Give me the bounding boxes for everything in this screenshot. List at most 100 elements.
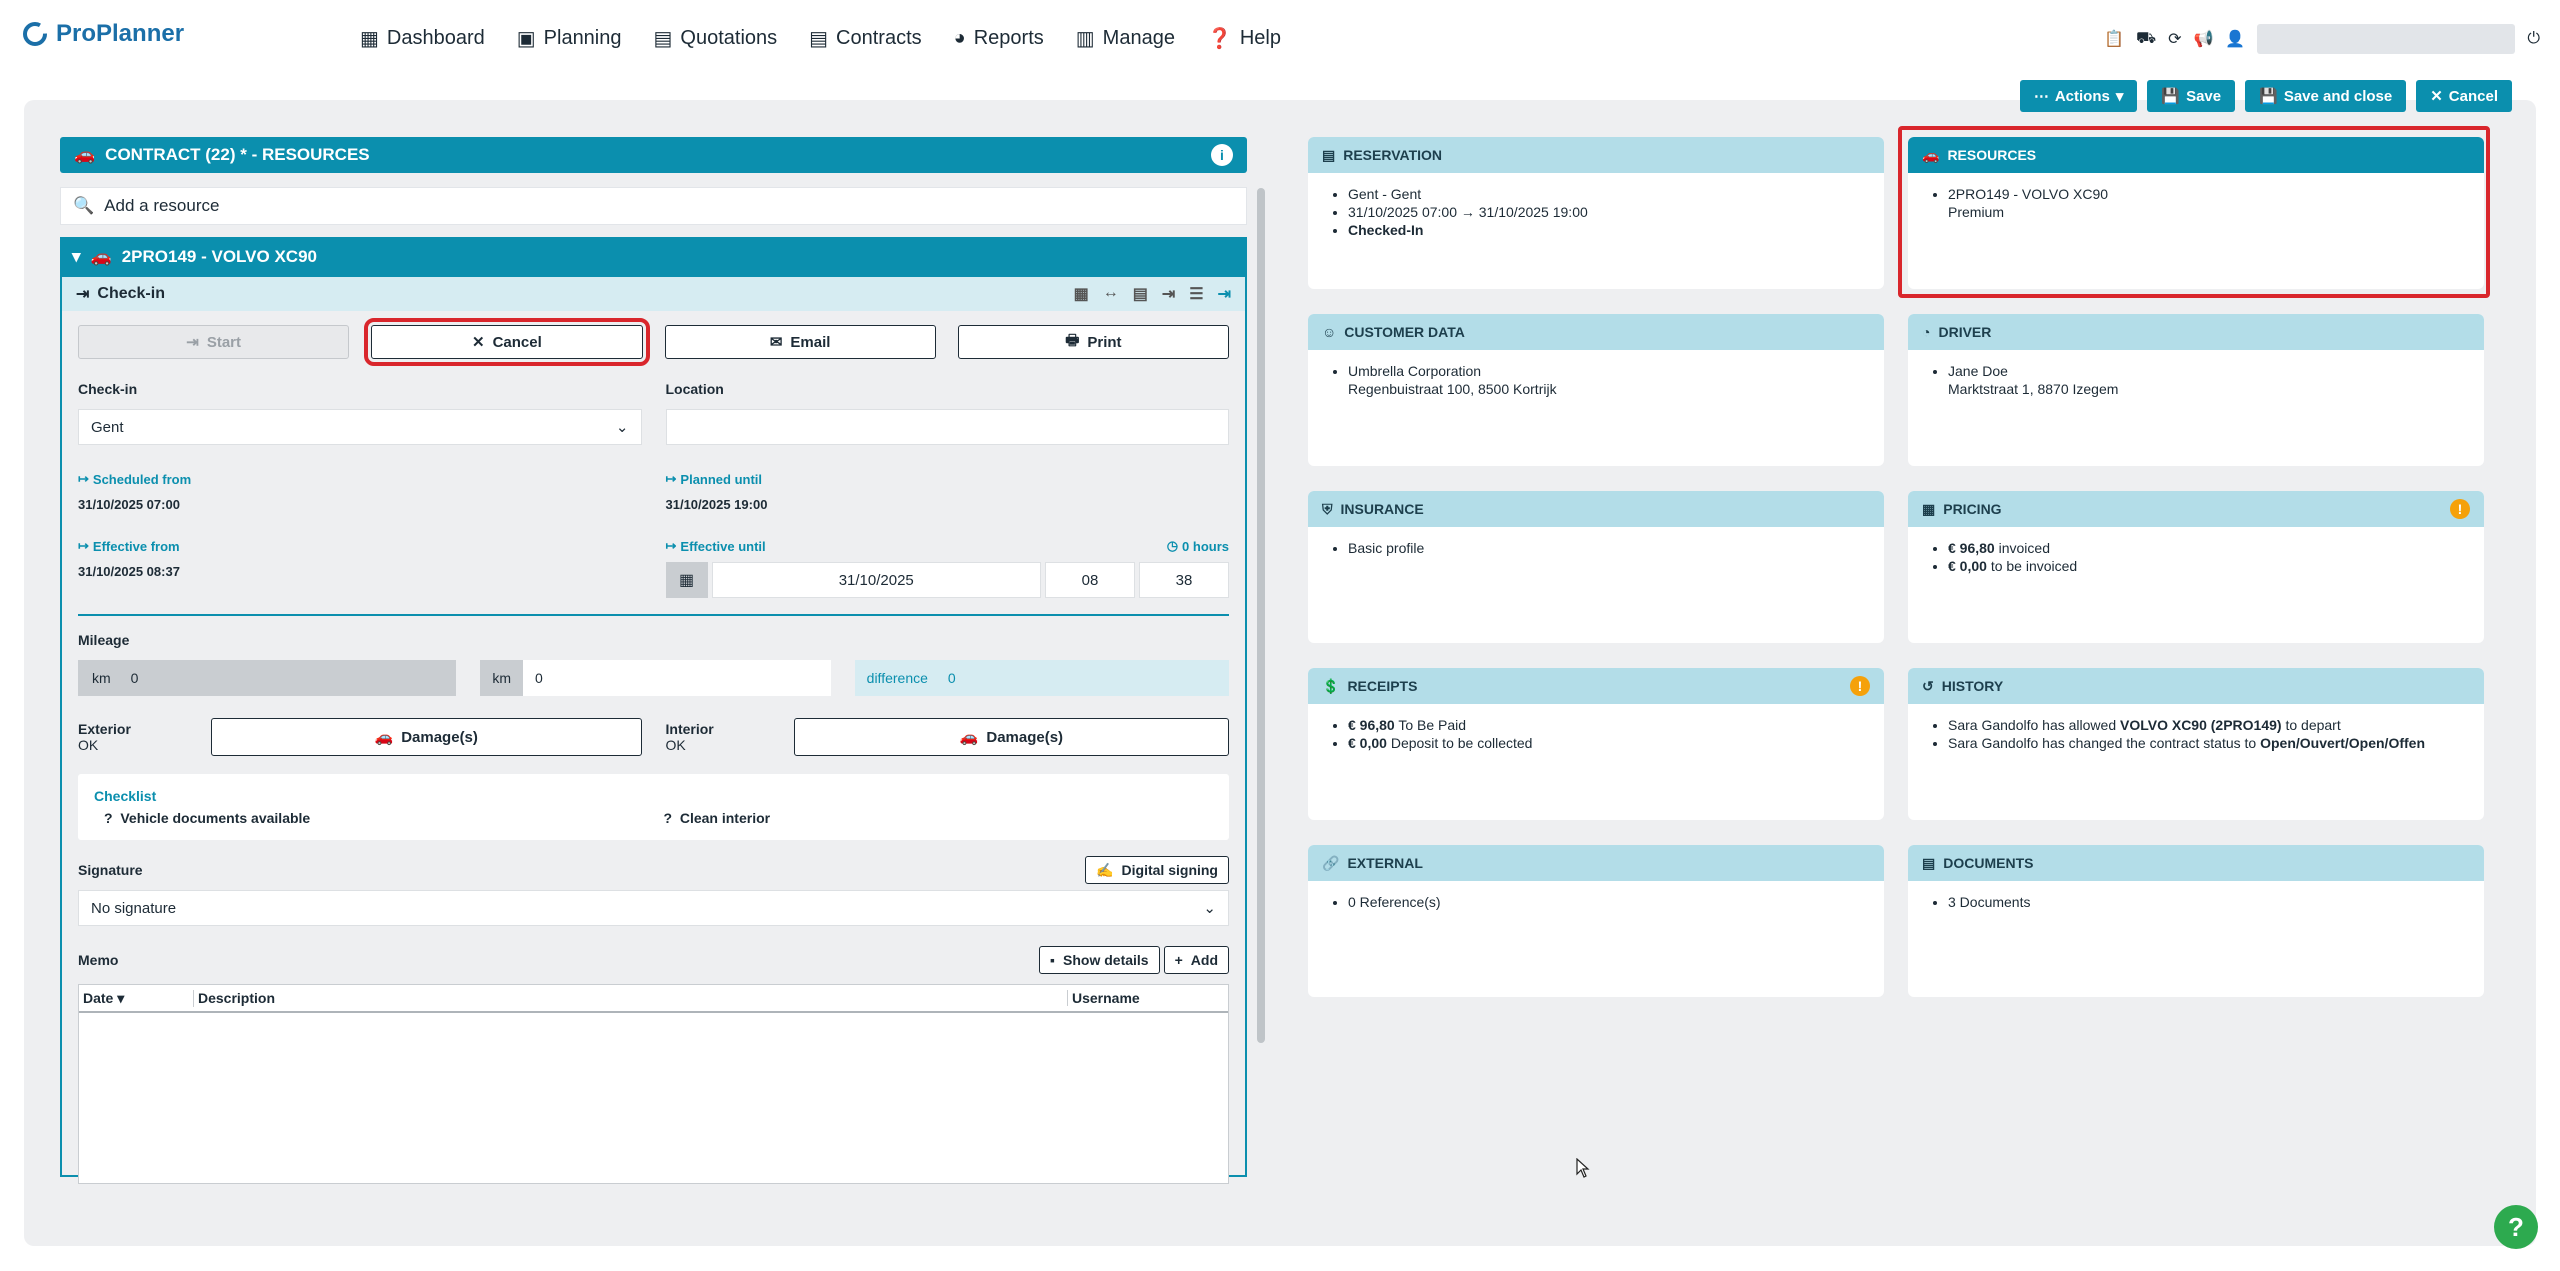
- amount-label: Deposit to be collected: [1386, 735, 1533, 751]
- question-icon: ❓: [1206, 28, 1232, 50]
- user-name-placeholder[interactable]: [2257, 24, 2516, 54]
- cancel-top-button[interactable]: ✕ Cancel: [2416, 80, 2512, 112]
- card-title: INSURANCE: [1340, 501, 1424, 517]
- external-card[interactable]: 🔗 EXTERNAL 0 Reference(s): [1308, 845, 1884, 997]
- add-memo-button[interactable]: + Add: [1163, 946, 1229, 974]
- layers-icon[interactable]: ▤: [1133, 284, 1148, 304]
- location-input[interactable]: [665, 409, 1229, 445]
- card-title: RESERVATION: [1343, 147, 1443, 163]
- checklist-item[interactable]: ? Clean interior: [654, 810, 1214, 826]
- checklist-item-label: Vehicle documents available: [120, 810, 311, 826]
- resource-header[interactable]: ▾ 🚗 2PRO149 - VOLVO XC90: [60, 237, 1247, 277]
- main-menu: ▦ Dashboard ▣ Planning ▤ Quotations ▤ Contra…: [360, 26, 1281, 51]
- card-line: 3 Documents: [1948, 893, 2484, 911]
- card-line: € 0,00 to be invoiced: [1948, 557, 2484, 575]
- memo-table-header: Date ▾ Description Username: [79, 985, 1228, 1013]
- menu-label: Help: [1239, 27, 1281, 49]
- actions-button[interactable]: ⋯ Actions ▾: [2019, 80, 2138, 112]
- calendar-icon: ▣: [516, 28, 536, 50]
- show-details-label: Show details: [1063, 952, 1149, 968]
- checkin-tools: ▦ ↔ ▤ ⇥ ☰ ⇥: [1074, 284, 1231, 304]
- scrollbar[interactable]: [1257, 188, 1265, 1043]
- refresh-icon[interactable]: ⟳: [2168, 29, 2181, 49]
- checkout-icon[interactable]: ⇥: [1162, 284, 1175, 304]
- card-line: Umbrella Corporation Regenbuistraat 100, …: [1348, 362, 1884, 398]
- menu-dashboard[interactable]: ▦ Dashboard: [360, 26, 485, 51]
- exterior-damage-button[interactable]: 🚗 Damage(s): [210, 718, 642, 756]
- question-icon: ?: [104, 810, 113, 826]
- info-icon[interactable]: i: [1211, 144, 1233, 166]
- driver-card[interactable]: ◔ DRIVER Jane Doe Marktstraat 1, 8870 Izeg…: [1908, 314, 2484, 466]
- add-resource-input[interactable]: 🔍 Add a resource: [60, 187, 1247, 225]
- dashboard-icon: ▦: [360, 28, 379, 50]
- menu-quotations[interactable]: ▤ Quotations: [654, 26, 778, 51]
- amount-label: to be invoiced: [1986, 558, 2078, 574]
- user-icon[interactable]: 👤: [2225, 29, 2245, 49]
- card-title: CUSTOMER DATA: [1344, 324, 1465, 340]
- calendar-icon[interactable]: ▦: [1074, 284, 1089, 304]
- save-close-label: Save and close: [2283, 87, 2393, 105]
- arrows-icon[interactable]: ↔: [1103, 284, 1119, 304]
- print-button[interactable]: 🖶 Print: [957, 325, 1229, 359]
- menu-help[interactable]: ❓ Help: [1207, 26, 1281, 51]
- amount-label: To Be Paid: [1394, 717, 1467, 733]
- receipts-card[interactable]: 💲RECEIPTS! € 96,80 To Be Paid€ 0,00 Depo…: [1308, 668, 1884, 820]
- col-description[interactable]: Description: [194, 990, 1068, 1006]
- save-label: Save: [2186, 87, 2222, 105]
- start-button[interactable]: ⇥ Start: [78, 325, 350, 359]
- date-input[interactable]: 31/10/2025: [711, 562, 1041, 598]
- col-date[interactable]: Date ▾: [79, 989, 194, 1007]
- truck-icon[interactable]: ⛟: [2136, 29, 2156, 49]
- clipboard-icon[interactable]: 📋: [2104, 29, 2124, 49]
- amount: € 0,00: [1348, 735, 1387, 751]
- logo[interactable]: ProPlanner: [22, 20, 184, 48]
- card-title: PRICING: [1943, 501, 2002, 517]
- mileage-difference: difference 0: [854, 660, 1229, 696]
- hour-input[interactable]: 08: [1045, 562, 1135, 598]
- list-icon[interactable]: ☰: [1189, 284, 1203, 304]
- checklist-box: Checklist ? Vehicle documents available …: [78, 774, 1229, 840]
- action-toolbar: ⋯ Actions ▾ 💾 Save 💾 Save and close ✕ Cancel: [2019, 80, 2512, 112]
- difference-label: difference: [866, 670, 928, 686]
- memo-table: Date ▾ Description Username: [78, 984, 1229, 1184]
- menu-manage[interactable]: ▥ Manage: [1076, 26, 1175, 51]
- save-button[interactable]: 💾 Save: [2147, 80, 2236, 112]
- calendar-icon[interactable]: ▦: [665, 562, 708, 598]
- insurance-card[interactable]: ⛨ INSURANCE Basic profile: [1308, 491, 1884, 643]
- customer-card[interactable]: ☺ CUSTOMER DATA Umbrella Corporation Regen…: [1308, 314, 1884, 466]
- arrow-in-icon: ↦: [78, 538, 89, 553]
- cancel-checkin-button[interactable]: ✕ Cancel: [364, 318, 650, 366]
- save-icon: 💾: [2259, 88, 2278, 105]
- card-line: Sara Gandolfo has changed the contract s…: [1948, 734, 2484, 752]
- digital-signing-button[interactable]: ✍ Digital signing: [1085, 856, 1229, 884]
- menu-reports[interactable]: ◕ Reports: [954, 26, 1044, 51]
- checkin-location-select[interactable]: Gent ⌄: [78, 409, 642, 445]
- pricing-card[interactable]: ▦PRICING! € 96,80 invoiced€ 0,00 to be i…: [1908, 491, 2484, 643]
- interior-damage-button[interactable]: 🚗 Damage(s): [793, 718, 1229, 756]
- person-icon: ☺: [1322, 324, 1337, 340]
- scheduled-from-text: Scheduled from: [92, 471, 192, 487]
- menu-planning[interactable]: ▣ Planning: [517, 26, 622, 51]
- megaphone-icon[interactable]: 📢: [2194, 29, 2214, 49]
- history-icon: ↺: [1922, 677, 1934, 694]
- mileage-end-input[interactable]: km 0: [480, 660, 831, 696]
- menu-contracts[interactable]: ▤ Contracts: [809, 26, 922, 51]
- card-line: Basic profile: [1348, 539, 1884, 557]
- show-details-button[interactable]: ▪ Show details: [1039, 946, 1160, 974]
- documents-card[interactable]: ▤ DOCUMENTS 3 Documents: [1908, 845, 2484, 997]
- reservation-card[interactable]: ▤ RESERVATION Gent - Gent31/10/2025 07:00…: [1308, 137, 1884, 289]
- email-button[interactable]: ✉ Email: [664, 325, 936, 359]
- checkin-icon[interactable]: ⇥: [1218, 284, 1231, 304]
- power-icon[interactable]: ⏻: [2527, 30, 2540, 48]
- checkin-icon: ⇥: [76, 286, 90, 303]
- amount: € 96,80: [1348, 717, 1395, 733]
- col-username[interactable]: Username: [1068, 990, 1228, 1006]
- history-card[interactable]: ↺ HISTORY Sara Gandolfo has allowed VOLVO…: [1908, 668, 2484, 820]
- help-button[interactable]: ?: [2494, 1205, 2538, 1249]
- save-close-button[interactable]: 💾 Save and close: [2245, 80, 2407, 112]
- checklist-item[interactable]: ? Vehicle documents available: [94, 810, 654, 826]
- signature-select[interactable]: No signature ⌄: [78, 890, 1229, 926]
- app-name: ProPlanner: [56, 20, 185, 47]
- minute-input[interactable]: 38: [1139, 562, 1229, 598]
- planned-until-label: ↦ Planned until: [666, 471, 1230, 487]
